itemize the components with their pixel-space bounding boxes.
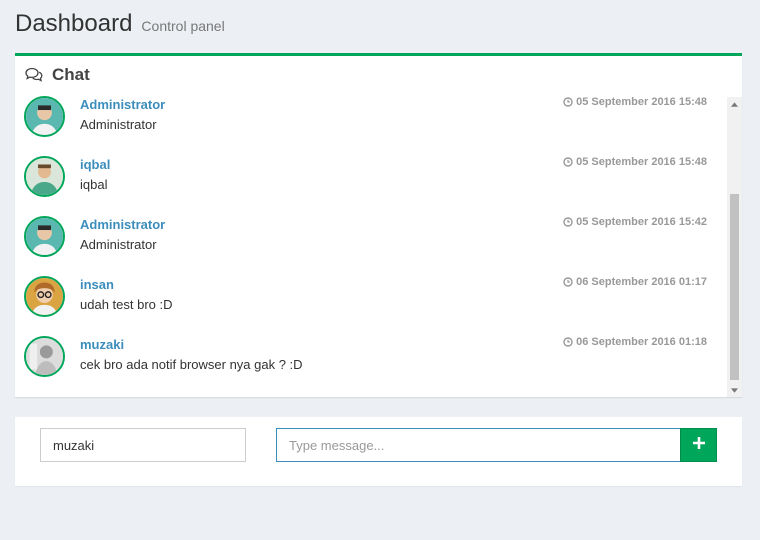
scroll-up-arrow-icon[interactable] — [727, 97, 742, 111]
chat-message-item: Administrator Administrator 05 September… — [15, 216, 727, 276]
sender-name-input[interactable] — [40, 428, 246, 462]
avatar — [24, 336, 65, 377]
chat-message-text: cek bro ada notif browser nya gak ? :D — [80, 357, 303, 372]
chat-message-text: Administrator — [80, 117, 157, 132]
chat-timestamp: 06 September 2016 01:18 — [563, 336, 707, 348]
plus-icon — [692, 436, 705, 454]
chat-timestamp: 06 September 2016 01:17 — [563, 276, 707, 288]
chat-box: Chat Administrator Administrator 05 Sept… — [15, 53, 742, 397]
comments-icon — [25, 67, 43, 83]
chat-time-text: 06 September 2016 01:18 — [576, 336, 707, 348]
chat-box-title: Chat — [52, 65, 90, 84]
chat-time-text: 05 September 2016 15:48 — [576, 156, 707, 168]
chat-sender-name[interactable]: muzaki — [80, 337, 124, 352]
chat-message-item: Administrator Administrator 05 September… — [15, 96, 727, 156]
chat-message-text: udah test bro :D — [80, 297, 173, 312]
page-title: Dashboard — [15, 10, 133, 37]
avatar — [24, 96, 65, 137]
chat-sender-name[interactable]: Administrator — [80, 97, 165, 112]
chat-time-text: 05 September 2016 15:42 — [576, 216, 707, 228]
chat-sender-name[interactable]: iqbal — [80, 157, 110, 172]
clock-icon — [563, 277, 573, 287]
chat-timestamp: 05 September 2016 15:48 — [563, 156, 707, 168]
clock-icon — [563, 337, 573, 347]
chat-message-text: iqbal — [80, 177, 108, 192]
avatar — [24, 276, 65, 317]
send-button[interactable] — [680, 428, 717, 462]
avatar — [24, 156, 65, 197]
page-subtitle: Control panel — [141, 18, 225, 34]
chat-timestamp: 05 September 2016 15:48 — [563, 96, 707, 108]
chat-message-list: Administrator Administrator 05 September… — [15, 94, 727, 397]
clock-icon — [563, 217, 573, 227]
chat-composer — [15, 417, 742, 486]
chat-sender-name[interactable]: Administrator — [80, 217, 165, 232]
clock-icon — [563, 97, 573, 107]
chat-message-text: Administrator — [80, 237, 157, 252]
chat-box-header: Chat — [15, 56, 742, 94]
scrollbar-thumb[interactable] — [730, 194, 739, 380]
chat-time-text: 05 September 2016 15:48 — [576, 96, 707, 108]
clock-icon — [563, 157, 573, 167]
chat-message-item: muzaki cek bro ada notif browser nya gak… — [15, 336, 727, 396]
chat-message-item: iqbal iqbal 05 September 2016 15:48 — [15, 156, 727, 216]
chat-sender-name[interactable]: insan — [80, 277, 114, 292]
chat-message-item: insan udah test bro :D 06 September 2016… — [15, 276, 727, 336]
avatar — [24, 216, 65, 257]
chat-scrollbar[interactable] — [727, 97, 742, 397]
chat-time-text: 06 September 2016 01:17 — [576, 276, 707, 288]
chat-timestamp: 05 September 2016 15:42 — [563, 216, 707, 228]
content-header: Dashboard Control panel — [15, 10, 225, 42]
scroll-down-arrow-icon[interactable] — [727, 383, 742, 397]
message-input[interactable] — [276, 428, 681, 462]
